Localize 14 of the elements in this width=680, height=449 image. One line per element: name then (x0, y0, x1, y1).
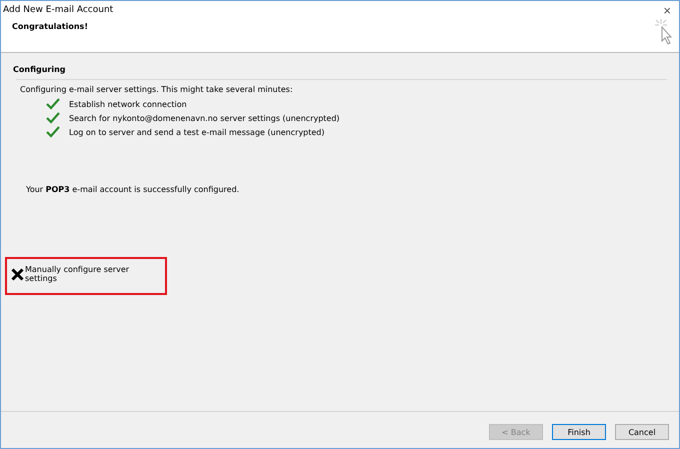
intro-text: Configuring e-mail server settings. This might take several minutes: (20, 85, 294, 94)
close-button[interactable]: × (661, 4, 673, 16)
dialog-button[interactable]: Cancel (615, 424, 669, 440)
sparkle-cursor-icon (655, 19, 673, 45)
step-label: Search for nykonto@domenenavn.no server settings (unencrypted) (69, 114, 340, 122)
result-text: Your POP3 e-mail account is successfully configured. (26, 185, 240, 194)
step-label: Establish network connection (69, 100, 187, 108)
step-label: Log on to server and send a test e-mail message (unencrypted) (69, 128, 325, 136)
checkbox-label: Manually configure server settings (25, 265, 130, 283)
dialog-button[interactable]: Finish (552, 424, 606, 440)
section-heading: Configuring (13, 65, 67, 74)
window-title: Add New E-mail Account (3, 5, 114, 15)
page-heading: Congratulations! (12, 22, 88, 31)
checkbox[interactable] (11, 268, 24, 280)
